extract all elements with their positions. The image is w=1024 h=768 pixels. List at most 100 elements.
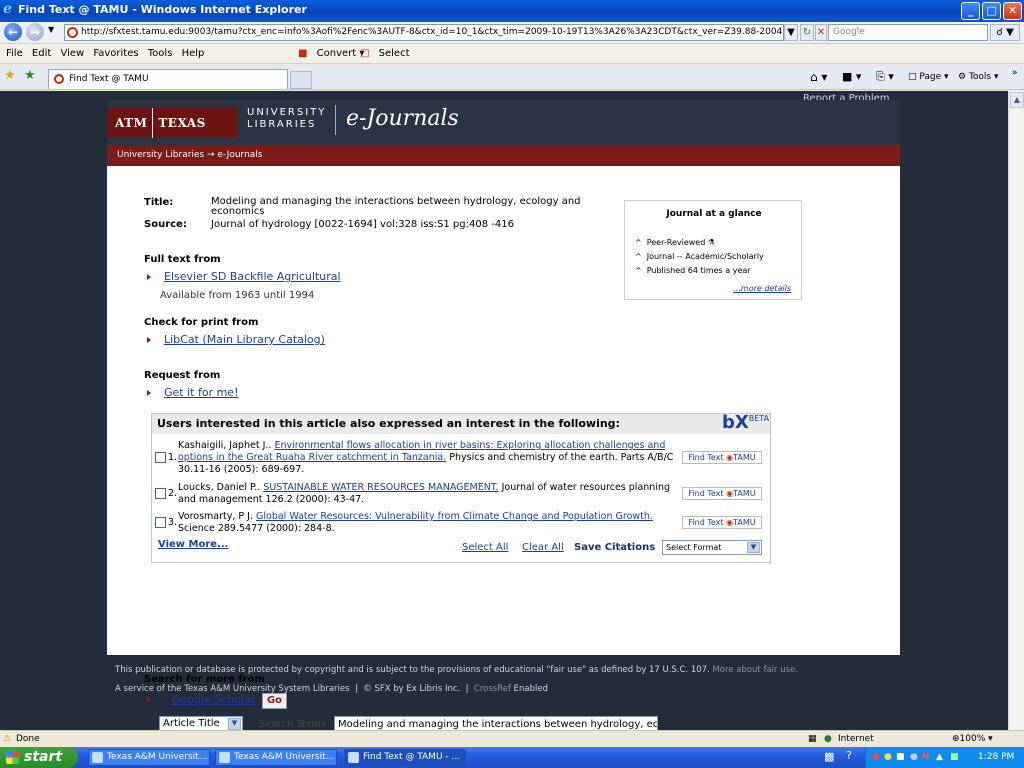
service-footer: A service of the Texas A&M University Sy… [115,684,549,694]
address-dropdown-icon[interactable]: ▼ [784,24,798,41]
globe-icon: ● [824,734,832,744]
bullet-icon [147,274,151,280]
zoom-icon: ⊕ [952,734,960,744]
bx-recommendations: Users interested in this article also ex… [151,412,772,563]
tab-find-text[interactable]: Find Text @ TAMU [48,69,288,89]
menu-file[interactable]: File [6,48,23,59]
site-header: ATMTEXAS A&M UNIVERSITY LIBRARIES e-Jour… [107,100,900,160]
chevron-more-icon[interactable]: » [1012,65,1018,81]
page-icon: □ [908,72,917,82]
vertical-scrollbar[interactable]: ▲ [1008,91,1024,730]
chevron-down-icon: ▼ [747,542,760,553]
go-button[interactable]: Go [262,693,287,709]
atm-logo-icon: ATM [115,108,154,138]
refresh-icon[interactable]: ↻ [800,24,814,41]
zoom-control[interactable]: ⊕100% ▾ [952,731,993,747]
print-icon[interactable]: ⎘ ▾ [876,69,894,85]
page-viewport: Report a Problem ATMTEXAS A&M UNIVERSITY… [0,91,1008,730]
stop-icon[interactable]: ✕ [815,24,827,41]
window-title-bar: e Find Text @ TAMU - Windows Internet Ex… [0,0,1024,22]
fair-use-link[interactable]: More about fair use. [712,665,798,675]
request-heading: Request from [144,370,221,381]
find-text-button[interactable]: Find Text ◉TAMU [682,516,762,529]
crossref-link[interactable]: CrossRef [474,684,511,694]
clear-all-link[interactable]: Clear All [522,542,564,553]
help-icon[interactable]: ? [846,749,852,762]
add-favorites-icon[interactable]: ★ [24,68,36,83]
source-label: Source: [144,219,187,230]
glance-journal-type: Journal -- Academic/Scholarly [635,252,764,261]
tab-favicon [54,74,64,84]
google-scholar-link[interactable]: Google Scholar [172,693,255,706]
tray-icon[interactable]: ● [910,747,918,768]
page-favicon [67,27,78,38]
university-libraries-label: UNIVERSITY LIBRARIES [247,107,327,130]
find-text-button[interactable]: Find Text ◉TAMU [682,451,762,464]
start-button[interactable]: start [0,747,78,768]
taskbar-item[interactable]: Texas A&M Universit... [88,749,210,766]
taskbar-item[interactable]: Texas A&M Universit... [215,749,337,766]
article-title: Modeling and managing the interactions b… [211,196,581,217]
back-arrow-icon[interactable]: ← [4,23,22,41]
fulltext-availability: Available from 1963 until 1994 [160,290,315,301]
row-checkbox[interactable] [155,488,166,499]
address-input[interactable]: http://sfxtest.tamu.edu:9003/tamu?ctx_en… [64,24,784,41]
search-icon[interactable]: ☌ ▼ [990,24,1020,41]
select-format-dropdown[interactable]: Select Format ▼ [662,540,762,555]
zone-label: Internet [838,734,874,744]
taskbar-item-active[interactable]: Find Text @ TAMU - ... [344,749,466,766]
tools-menu[interactable]: ⚙ Tools ▾ [958,69,999,85]
tray-icon[interactable]: N [922,747,930,768]
search-input[interactable]: Google [828,24,988,41]
elsevier-link[interactable]: Elsevier SD Backfile Agricultural [164,270,341,283]
print-heading: Check for print from [144,317,259,328]
minimize-button[interactable]: _ [961,2,980,20]
search-type-dropdown[interactable]: Article Title ▼ [159,716,243,730]
recommended-article-link[interactable]: SUSTAINABLE WATER RESOURCES MANAGEMENT. [263,482,498,493]
breadcrumb[interactable]: University Libraries → e-Journals [107,145,900,166]
search-terms-input[interactable]: Modeling and managing the interactions b… [334,716,658,730]
menu-view[interactable]: View [60,48,84,59]
save-citations-label: Save Citations [574,542,656,553]
bullet-icon [147,696,151,702]
page-menu[interactable]: □ Page ▾ [908,69,949,85]
chevron-down-icon: ▼ [228,718,241,730]
select-all-link[interactable]: Select All [462,542,508,553]
home-icon[interactable]: ⌂ ▾ [810,69,827,85]
menu-help[interactable]: Help [182,48,205,59]
status-bar: ⚠ Done ▦ ● Internet ⊕100% ▾ [0,730,1024,747]
favorites-star-icon[interactable]: ★ [4,68,16,83]
glance-title: Journal at a glance [666,209,762,219]
tray-icon[interactable]: ■ [950,747,959,768]
row-checkbox[interactable] [155,517,166,528]
menu-edit[interactable]: Edit [32,48,51,59]
ie-icon [348,752,359,763]
forward-arrow-icon[interactable]: → [26,23,44,41]
copyright-notice: This publication or database is protecte… [115,665,798,675]
row-checkbox[interactable] [155,452,166,463]
view-more-link[interactable]: View More... [158,539,228,550]
scroll-up-icon[interactable]: ▲ [1010,92,1024,108]
libcat-link[interactable]: LibCat (Main Library Catalog) [164,333,325,346]
more-details-link[interactable]: ...more details [733,284,791,293]
menu-favorites[interactable]: Favorites [93,48,138,59]
select-button[interactable]: □ Select [354,44,410,64]
get-it-for-me-link[interactable]: Get it for me! [164,386,238,399]
new-tab-button[interactable] [290,71,312,89]
tray-icon[interactable]: ▲ [936,747,943,768]
tray-icon[interactable]: ● [872,747,880,768]
close-button[interactable]: ✕ [1003,2,1022,20]
history-dropdown-icon[interactable]: ▼ [48,25,54,34]
tamu-logo[interactable]: ATMTEXAS A&M [107,108,237,160]
keyboard-icon[interactable]: ▩ [824,750,834,763]
bx-row: 2. Loucks, Daniel P.. SUSTAINABLE WATER … [152,481,772,507]
find-text-button[interactable]: Find Text ◉TAMU [682,487,762,500]
fulltext-heading: Full text from [144,254,221,265]
bx-heading: Users interested in this article also ex… [152,414,770,434]
menu-tools[interactable]: Tools [148,48,173,59]
maximize-button[interactable]: □ [982,2,1001,20]
feeds-icon[interactable]: ■ ▾ [842,69,861,85]
tray-icon[interactable]: ● [884,747,892,768]
tray-icon[interactable]: ■ [896,747,905,768]
recommended-article-link[interactable]: Global Water Resources: Vulnerability fr… [256,511,653,522]
